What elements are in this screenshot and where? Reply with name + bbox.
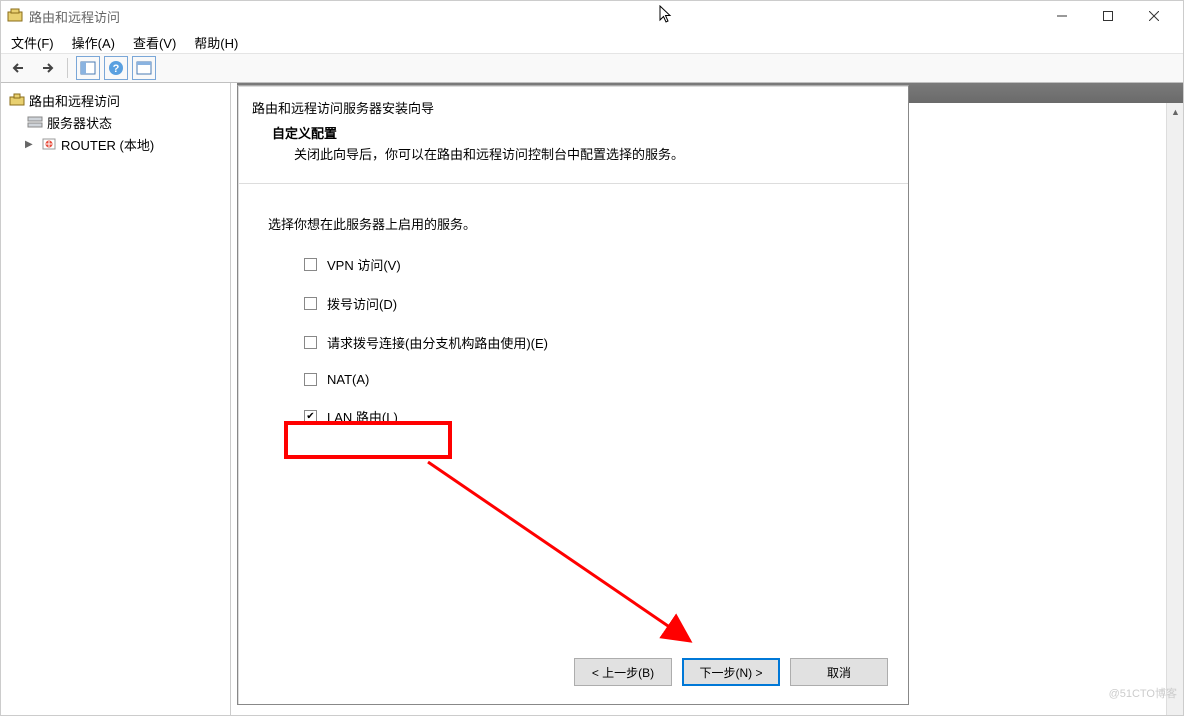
app-window: 路由和远程访问 文件(F) 操作(A) 查看(V) 帮助(H) ? 路由和远程访… xyxy=(0,0,1184,716)
option-demand[interactable]: 请求拨号连接(由分支机构路由使用)(E) xyxy=(304,333,878,352)
checkbox-demand[interactable] xyxy=(304,336,317,349)
tree-router-local[interactable]: ▶ ROUTER (本地) xyxy=(5,133,226,155)
tree-root-label: 路由和远程访问 xyxy=(29,91,120,110)
scroll-up-button[interactable]: ▲ xyxy=(1167,103,1184,120)
tree-panel: 路由和远程访问 服务器状态 ▶ ROUTER (本地) xyxy=(1,83,231,715)
back-button[interactable] xyxy=(7,56,31,80)
body-area: 路由和远程访问 服务器状态 ▶ ROUTER (本地) 路由和远程访问服务器安装… xyxy=(1,83,1183,715)
next-step-label: 下一步(N) > xyxy=(699,664,762,681)
checkbox-dial[interactable] xyxy=(304,297,317,310)
watermark-text: @51CTO博客 xyxy=(1109,685,1177,701)
checkbox-vpn[interactable] xyxy=(304,258,317,271)
minimize-button[interactable] xyxy=(1039,1,1085,31)
annotation-highlight-box xyxy=(284,421,452,459)
next-step-button[interactable]: 下一步(N) > xyxy=(682,658,780,686)
titlebar: 路由和远程访问 xyxy=(1,1,1183,31)
toolbar-separator xyxy=(67,58,68,78)
expand-icon[interactable]: ▶ xyxy=(25,139,37,150)
properties-button[interactable] xyxy=(132,56,156,80)
option-dial[interactable]: 拨号访问(D) xyxy=(304,294,878,313)
app-icon xyxy=(7,8,23,24)
dialog-body: 选择你想在此服务器上启用的服务。 VPN 访问(V) 拨号访问(D) 请求拨号连… xyxy=(238,184,908,426)
option-dial-label: 拨号访问(D) xyxy=(327,294,397,313)
back-step-label: < 上一步(B) xyxy=(592,664,654,681)
option-vpn[interactable]: VPN 访问(V) xyxy=(304,255,878,274)
option-lan[interactable]: LAN 路由(L) xyxy=(304,407,878,426)
server-status-icon xyxy=(27,114,43,130)
tree-server-status[interactable]: 服务器状态 xyxy=(5,111,226,133)
cancel-label: 取消 xyxy=(827,664,851,681)
menu-action[interactable]: 操作(A) xyxy=(72,33,115,52)
tree-server-status-label: 服务器状态 xyxy=(47,113,112,132)
dialog-header: 路由和远程访问服务器安装向导 自定义配置 关闭此向导后，你可以在路由和远程访问控… xyxy=(238,86,908,173)
dialog-subtitle-block: 自定义配置 关闭此向导后，你可以在路由和远程访问控制台中配置选择的服务。 xyxy=(252,117,894,163)
forward-button[interactable] xyxy=(35,56,59,80)
checkbox-lan[interactable] xyxy=(304,410,317,423)
back-step-button[interactable]: < 上一步(B) xyxy=(574,658,672,686)
tree-root[interactable]: 路由和远程访问 xyxy=(5,89,226,111)
instruction-text: 选择你想在此服务器上启用的服务。 xyxy=(268,214,878,233)
svg-text:?: ? xyxy=(113,63,120,75)
show-hide-tree-button[interactable] xyxy=(76,56,100,80)
option-demand-label: 请求拨号连接(由分支机构路由使用)(E) xyxy=(327,333,548,352)
option-lan-label: LAN 路由(L) xyxy=(327,407,398,426)
dialog-subtitle-desc: 关闭此向导后，你可以在路由和远程访问控制台中配置选择的服务。 xyxy=(272,144,894,163)
dialog-button-row: < 上一步(B) 下一步(N) > 取消 xyxy=(574,658,888,686)
vertical-scrollbar[interactable]: ▲ xyxy=(1166,103,1183,715)
content-panel: 路由和远程访问服务器安装向导 自定义配置 关闭此向导后，你可以在路由和远程访问控… xyxy=(231,83,1183,715)
menubar: 文件(F) 操作(A) 查看(V) 帮助(H) xyxy=(1,31,1183,53)
tree-router-label: ROUTER (本地) xyxy=(61,135,154,154)
window-title: 路由和远程访问 xyxy=(29,7,1039,26)
wizard-dialog: 路由和远程访问服务器安装向导 自定义配置 关闭此向导后，你可以在路由和远程访问控… xyxy=(237,85,909,705)
menu-view[interactable]: 查看(V) xyxy=(133,33,176,52)
cancel-button[interactable]: 取消 xyxy=(790,658,888,686)
close-button[interactable] xyxy=(1131,1,1177,31)
menu-file[interactable]: 文件(F) xyxy=(11,33,54,52)
menu-help[interactable]: 帮助(H) xyxy=(194,33,238,52)
window-controls xyxy=(1039,1,1177,31)
help-button[interactable]: ? xyxy=(104,56,128,80)
toolbar: ? xyxy=(1,53,1183,83)
checkbox-nat[interactable] xyxy=(304,373,317,386)
dialog-subtitle: 自定义配置 xyxy=(272,126,337,141)
option-nat[interactable]: NAT(A) xyxy=(304,372,878,387)
option-vpn-label: VPN 访问(V) xyxy=(327,255,401,274)
router-icon xyxy=(41,136,57,152)
option-nat-label: NAT(A) xyxy=(327,372,369,387)
dialog-title: 路由和远程访问服务器安装向导 xyxy=(252,98,894,117)
maximize-button[interactable] xyxy=(1085,1,1131,31)
rras-root-icon xyxy=(9,92,25,108)
